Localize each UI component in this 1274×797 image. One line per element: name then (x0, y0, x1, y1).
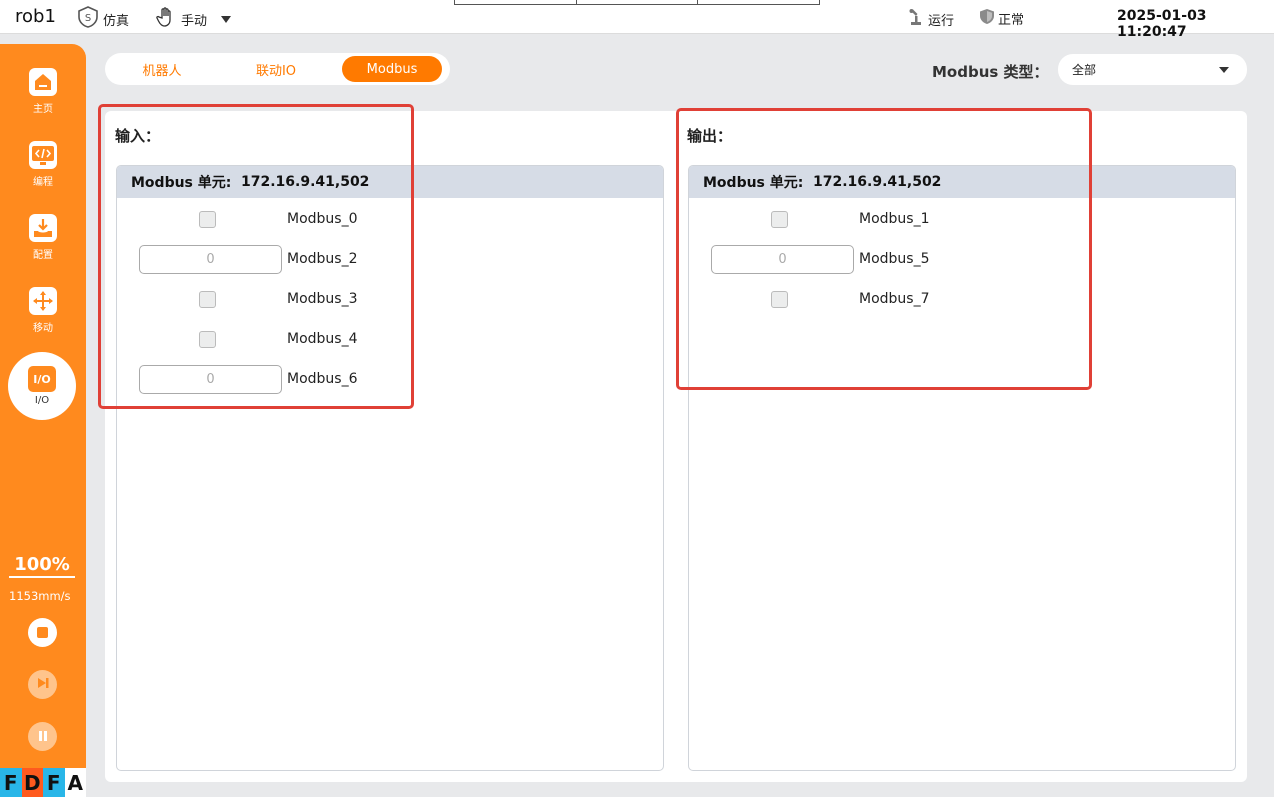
sidebar-item-program[interactable]: 编程 (0, 141, 86, 188)
caret-down-icon (1219, 67, 1229, 73)
tab-robot[interactable]: 机器人 (109, 56, 215, 82)
stop-icon (37, 627, 48, 638)
datetime: 2025-01-03 11:20:47 (1117, 8, 1207, 40)
sidebar-item-label: 配置 (33, 250, 53, 261)
unit-label: Modbus 单元: (131, 175, 232, 191)
fdfa-a: A (64, 768, 86, 797)
signal-checkbox[interactable] (199, 211, 216, 228)
output-title: 输出： (687, 127, 733, 145)
top-center-frame (454, 0, 820, 5)
list-item: Modbus_5 (689, 243, 1237, 275)
download-config-icon (29, 214, 57, 242)
signal-name: Modbus_3 (287, 291, 358, 307)
signal-name: Modbus_7 (859, 291, 930, 307)
output-unit-header: Modbus 单元: 172.16.9.41,502 (689, 166, 1235, 198)
list-item: Modbus_3 (117, 283, 665, 315)
input-unit-header: Modbus 单元: 172.16.9.41,502 (117, 166, 663, 198)
tab-bar: 机器人 联动IO Modbus (105, 53, 450, 85)
robot-name[interactable]: rob1 (15, 6, 56, 27)
signal-name: Modbus_2 (287, 251, 358, 267)
chevron-down-icon (221, 15, 232, 23)
manual-mode-dropdown[interactable]: 手动 (155, 6, 232, 32)
system-status[interactable]: 正常 (979, 8, 1024, 29)
list-item: Modbus_0 (117, 203, 665, 235)
step-forward-icon (36, 675, 50, 694)
unit-address: 172.16.9.41,502 (241, 174, 370, 190)
code-icon (29, 141, 57, 169)
speed-percent[interactable]: 100% (9, 554, 75, 578)
move-arrows-icon (29, 287, 57, 315)
tab-modbus[interactable]: Modbus (342, 56, 442, 82)
step-button[interactable] (28, 670, 57, 699)
list-item: Modbus_1 (689, 203, 1237, 235)
status-label: 正常 (998, 13, 1025, 28)
speed-mm: 1153mm/s (9, 589, 71, 603)
list-item: Modbus_4 (117, 323, 665, 355)
signal-value-input[interactable] (139, 365, 282, 394)
sim-mode[interactable]: S 仿真 (77, 6, 129, 32)
sidebar-item-io[interactable]: I/O I/O (8, 352, 76, 420)
fdfa-f1: F (0, 768, 22, 797)
modbus-type-label: Modbus 类型： (932, 63, 1049, 81)
list-item: Modbus_7 (689, 283, 1237, 315)
modbus-panel: 输入： Modbus 单元: 172.16.9.41,502 Modbus_0 … (105, 111, 1247, 782)
sidebar-item-config[interactable]: 配置 (0, 214, 86, 261)
unit-label: Modbus 单元: (703, 175, 804, 191)
home-icon (29, 68, 57, 96)
robot-arm-icon (907, 8, 925, 30)
tab-linked-io[interactable]: 联动IO (223, 56, 329, 82)
list-item: Modbus_2 (117, 243, 665, 275)
signal-name: Modbus_0 (287, 211, 358, 227)
signal-checkbox[interactable] (771, 291, 788, 308)
output-unit-card: Modbus 单元: 172.16.9.41,502 Modbus_1 Modb… (688, 165, 1236, 771)
sidebar-item-move[interactable]: 移动 (0, 287, 86, 334)
signal-value-input[interactable] (139, 245, 282, 274)
signal-value-input[interactable] (711, 245, 854, 274)
pause-icon (37, 727, 49, 746)
manual-label: 手动 (181, 13, 208, 29)
hand-icon (155, 6, 177, 32)
signal-name: Modbus_1 (859, 211, 930, 227)
unit-address: 172.16.9.41,502 (813, 174, 942, 190)
top-bar: rob1 S 仿真 手动 运行 正常 2025-01-03 11:20:47 (0, 0, 1274, 40)
sidebar-item-label: 移动 (33, 323, 53, 334)
signal-checkbox[interactable] (199, 291, 216, 308)
fdfa-d: D (21, 768, 43, 797)
sim-shield-icon: S (77, 6, 99, 32)
shield-icon (979, 8, 995, 29)
input-title: 输入： (115, 127, 161, 145)
modbus-type-select[interactable]: 全部 (1058, 54, 1247, 85)
signal-checkbox[interactable] (771, 211, 788, 228)
run-label: 运行 (928, 13, 955, 29)
input-unit-card: Modbus 单元: 172.16.9.41,502 Modbus_0 Modb… (116, 165, 664, 771)
fdfa-f2: F (43, 768, 65, 797)
signal-name: Modbus_5 (859, 251, 930, 267)
io-icon: I/O (28, 366, 56, 392)
sidebar-item-home[interactable]: 主页 (0, 68, 86, 115)
run-status[interactable]: 运行 (907, 8, 954, 30)
modbus-type-value: 全部 (1072, 63, 1097, 77)
signal-name: Modbus_6 (287, 371, 358, 387)
sidebar-item-label: 主页 (33, 104, 53, 115)
sidebar-item-label: 编程 (33, 177, 53, 188)
pause-button[interactable] (28, 722, 57, 751)
sim-label: 仿真 (103, 13, 130, 29)
signal-name: Modbus_4 (287, 331, 358, 347)
sidebar: 主页 编程 配置 移动 I/O I/O 100% 1153mm/s F D F … (0, 44, 86, 797)
list-item: Modbus_6 (117, 363, 665, 395)
fdfa-indicator: F D F A (0, 768, 86, 797)
signal-checkbox[interactable] (199, 331, 216, 348)
svg-text:S: S (85, 13, 91, 24)
sidebar-item-label: I/O (34, 395, 50, 406)
stop-button[interactable] (28, 618, 57, 647)
